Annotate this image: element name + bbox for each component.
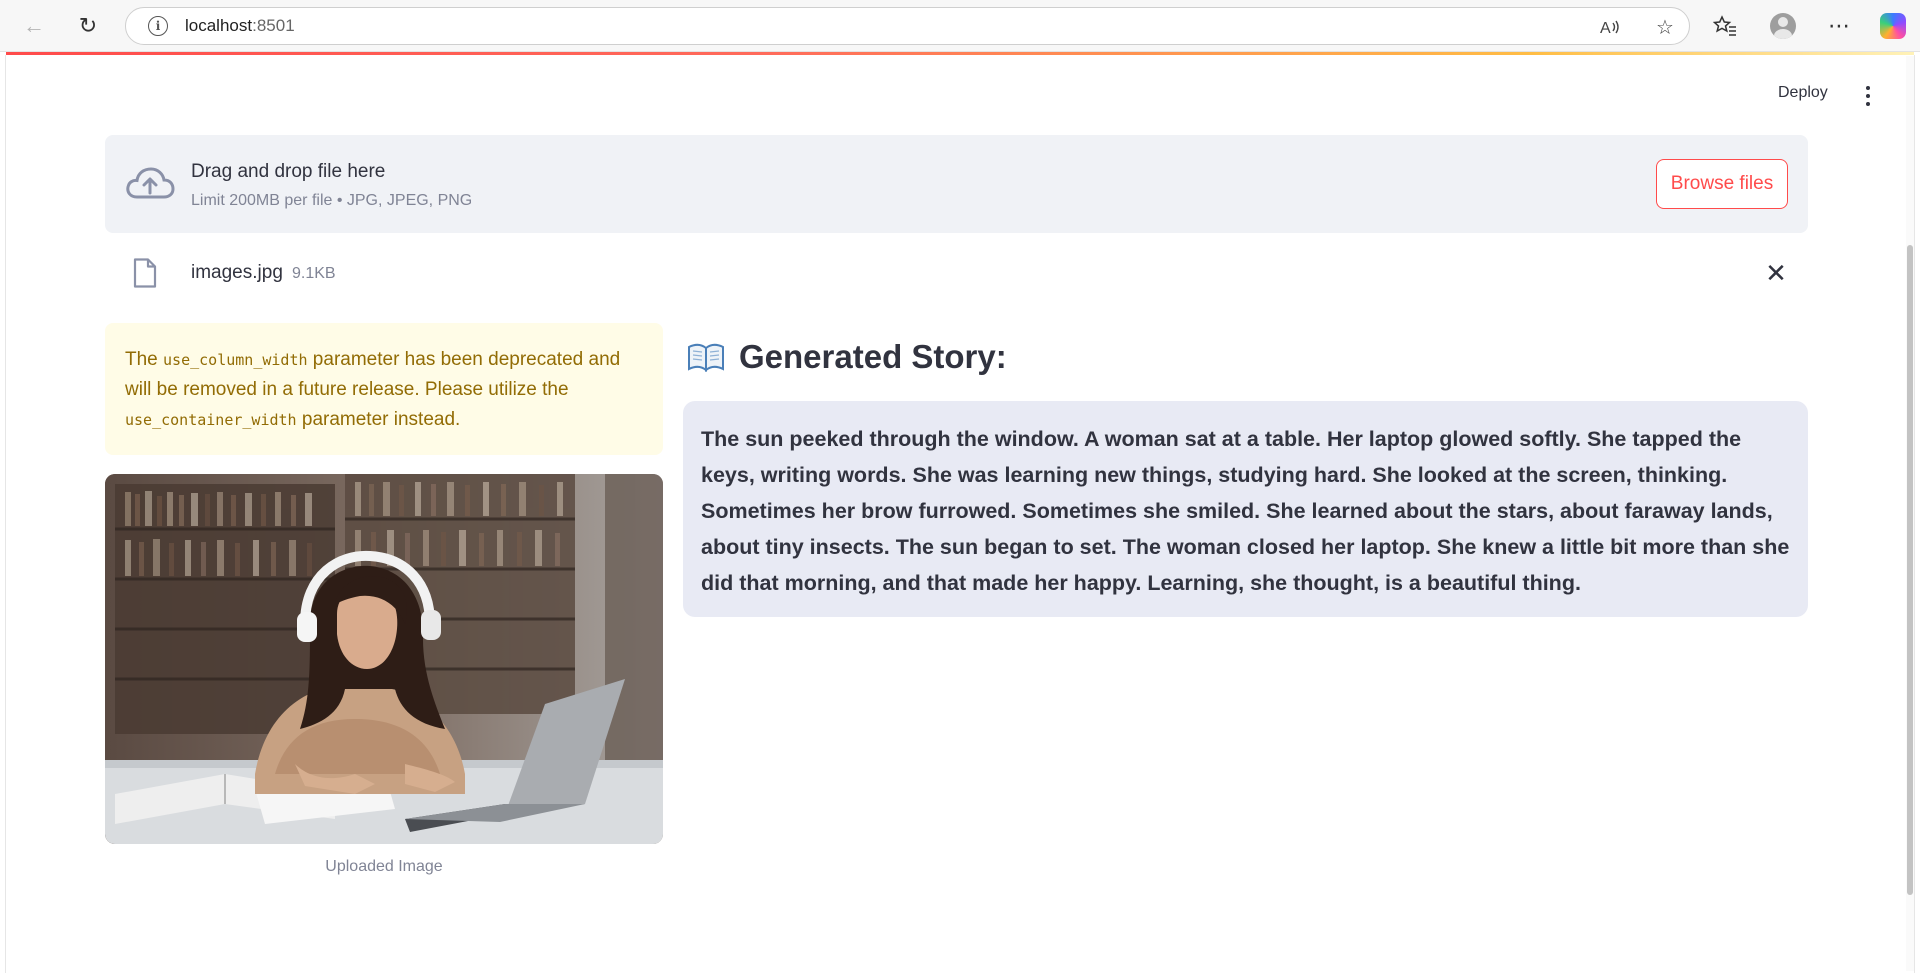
story-heading-text: Generated Story: [739, 338, 1007, 375]
avatar [1770, 13, 1796, 39]
browser-toolbar: ← ↻ i localhost:8501 A ☆ ⋯ [0, 0, 1920, 52]
deprecation-warning: The use_column_width parameter has been … [105, 323, 663, 455]
story-heading: Generated Story: [687, 338, 1007, 376]
uploaded-photo [105, 474, 663, 844]
site-info-icon[interactable]: i [148, 16, 168, 36]
favorite-star-icon[interactable]: ☆ [1653, 15, 1677, 39]
svg-text:A: A [1600, 20, 1611, 37]
warning-text-part3: parameter instead. [296, 409, 461, 430]
reload-icon[interactable]: ↻ [72, 10, 104, 42]
uploaded-image [105, 474, 663, 844]
generated-story-text: The sun peeked through the window. A wom… [683, 401, 1808, 617]
dropzone-limits: Limit 200MB per file • JPG, JPEG, PNG [191, 192, 473, 209]
copilot-logo [1880, 13, 1906, 39]
uploaded-file-name: images.jpg [191, 262, 283, 283]
address-bar[interactable]: i localhost:8501 A ☆ [125, 7, 1690, 45]
remove-file-close-icon[interactable]: ✕ [1762, 258, 1790, 288]
back-arrow-icon[interactable]: ← [18, 10, 50, 42]
favorites-icon[interactable] [1710, 11, 1740, 41]
cloud-upload-icon [126, 167, 175, 199]
page-scrollbar-thumb[interactable] [1907, 245, 1913, 895]
dropzone-title: Drag and drop file here [191, 161, 386, 182]
uploaded-file-size: 9.1KB [292, 265, 336, 282]
warning-text-part1: The [125, 349, 164, 370]
browse-files-button[interactable]: Browse files [1656, 159, 1788, 209]
copilot-icon[interactable] [1878, 11, 1908, 41]
read-aloud-icon[interactable]: A [1598, 15, 1622, 39]
warning-code-use-container-width: use_container_width [125, 411, 297, 429]
main-menu-icon[interactable] [1860, 82, 1876, 110]
profile-avatar[interactable] [1768, 11, 1798, 41]
image-caption: Uploaded Image [325, 858, 443, 875]
more-options-icon[interactable]: ⋯ [1824, 11, 1854, 41]
deploy-button[interactable]: Deploy [1770, 80, 1836, 106]
url-text[interactable]: localhost:8501 [185, 16, 295, 36]
url-port: :8501 [252, 16, 295, 35]
url-host: localhost [185, 16, 253, 35]
uploaded-file-row: images.jpg 9.1KB ✕ [105, 250, 1808, 296]
file-dropzone[interactable]: Drag and drop file here Limit 200MB per … [105, 135, 1808, 233]
open-book-icon [687, 342, 725, 373]
warning-code-use-column-width: use_column_width [163, 351, 308, 369]
file-icon [133, 258, 157, 288]
